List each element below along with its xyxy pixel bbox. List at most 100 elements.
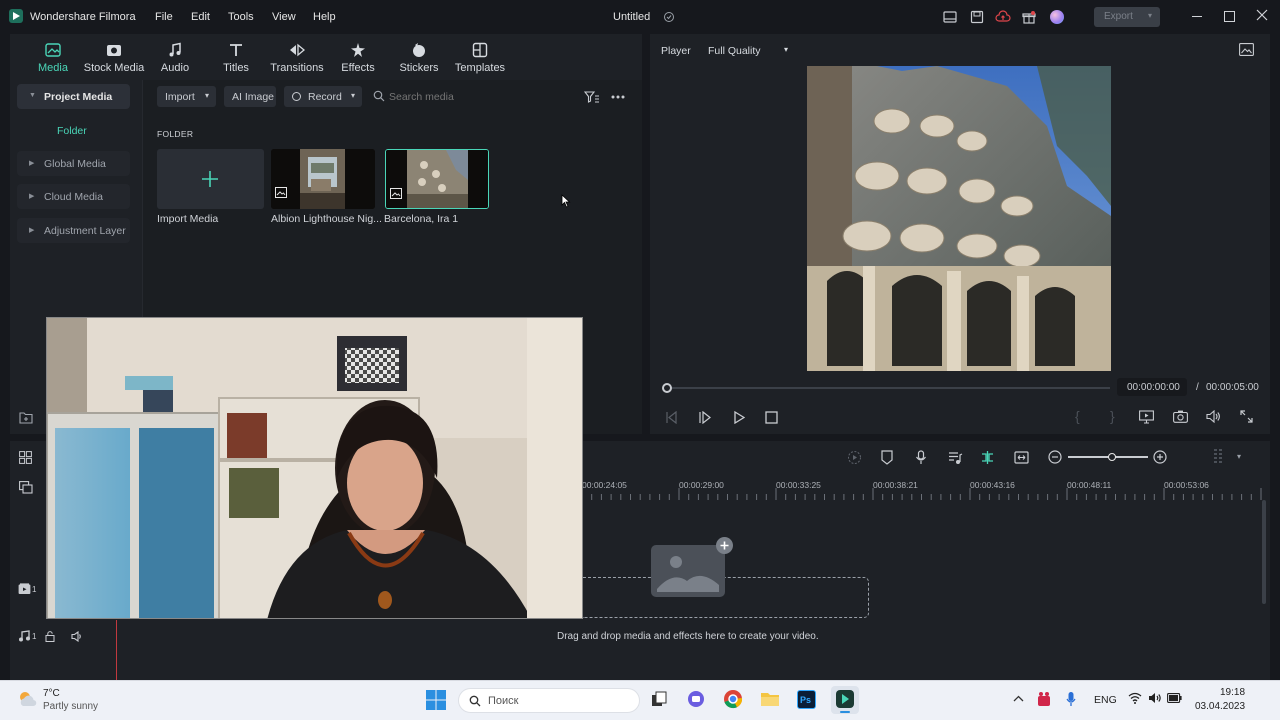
search-input[interactable] [389, 88, 569, 106]
export-button[interactable]: Export ▾ [1094, 7, 1160, 27]
ruler-label: 00:00:48:11 [1067, 480, 1112, 490]
chevron-up-icon[interactable] [1013, 695, 1024, 702]
cloud-upload-icon[interactable] [995, 9, 1011, 25]
menu-help[interactable]: Help [313, 11, 336, 23]
windows-start-icon[interactable] [426, 690, 446, 710]
tab-effects[interactable]: Effects [323, 41, 393, 74]
sidebar-item-adjustment-layer[interactable]: ▶ Adjustment Layer [17, 218, 130, 243]
new-folder-icon[interactable] [19, 411, 33, 424]
filter-icon[interactable] [584, 90, 600, 104]
grid-layout-icon[interactable] [19, 451, 32, 464]
media-thumbnail-barcelona[interactable] [385, 149, 489, 209]
add-track-icon[interactable] [19, 481, 33, 494]
tab-templates[interactable]: Templates [445, 41, 515, 74]
snap-icon[interactable] [980, 450, 995, 465]
microphone-icon[interactable] [915, 450, 927, 465]
prev-frame-icon[interactable] [664, 411, 678, 424]
auto-highlight-icon[interactable] [847, 450, 862, 465]
preview-image [807, 66, 1111, 371]
language-indicator[interactable]: ENG [1094, 694, 1117, 706]
tray-app-icon[interactable] [1037, 691, 1051, 707]
minimize-icon[interactable] [1192, 16, 1202, 17]
task-view-icon[interactable] [651, 691, 667, 707]
caret-down-icon: ▼ [29, 92, 36, 99]
tab-label: Effects [341, 62, 375, 74]
sidebar-item-folder[interactable]: Folder [57, 125, 87, 137]
render-preview-icon[interactable] [1139, 410, 1154, 424]
weather-icon[interactable] [17, 690, 37, 708]
audio-track-number: 1 [32, 632, 37, 641]
tab-stickers[interactable]: Stickers [384, 41, 454, 74]
app-name: Wondershare Filmora [30, 11, 136, 23]
zoom-out-icon[interactable] [1048, 450, 1062, 464]
play-icon[interactable] [733, 411, 745, 424]
playhead-track[interactable] [666, 387, 1110, 389]
timeline-scrollbar[interactable] [1262, 500, 1266, 604]
close-icon[interactable] [1256, 9, 1268, 21]
playhead-line[interactable] [116, 620, 117, 680]
lock-track-icon[interactable] [45, 631, 55, 642]
effects-icon [349, 41, 367, 59]
menu-tools[interactable]: Tools [228, 11, 254, 23]
ai-image-button[interactable]: AI Image [224, 86, 276, 107]
windows-taskbar [0, 680, 1280, 720]
drop-placeholder-image-icon [651, 545, 725, 597]
media-thumbnail-albion[interactable] [271, 149, 375, 209]
menu-file[interactable]: File [155, 11, 173, 23]
quality-dropdown[interactable]: Full Quality ▾ [702, 40, 794, 60]
volume-icon[interactable] [1206, 410, 1221, 423]
taskbar-filmora-active[interactable] [831, 686, 859, 714]
audio-edit-icon[interactable] [948, 450, 963, 465]
import-label: Import [165, 91, 195, 103]
snapshot-view-icon[interactable] [1239, 43, 1254, 56]
mark-out-icon[interactable]: } [1110, 408, 1115, 424]
chevron-down-icon: ▾ [783, 45, 788, 54]
track-layout-icon[interactable] [1213, 448, 1227, 466]
image-type-icon [390, 188, 402, 199]
sidebar-item-global-media[interactable]: ▶ Global Media [17, 151, 130, 176]
chat-icon[interactable] [687, 690, 705, 708]
menu-view[interactable]: View [272, 11, 296, 23]
layout-icon[interactable] [942, 9, 958, 25]
mute-track-icon[interactable] [71, 631, 83, 642]
fullscreen-icon[interactable] [1240, 410, 1253, 423]
stop-icon[interactable] [765, 411, 778, 424]
menu-edit[interactable]: Edit [191, 11, 210, 23]
file-explorer-icon[interactable] [760, 690, 780, 708]
video-track-number: 1 [32, 585, 37, 594]
chrome-icon[interactable] [723, 689, 743, 709]
fit-icon[interactable] [1014, 450, 1029, 465]
import-media-card[interactable] [157, 149, 264, 209]
tab-transitions[interactable]: Transitions [262, 41, 332, 74]
chevron-down-icon[interactable]: ▾ [1237, 452, 1241, 461]
add-media-icon[interactable] [716, 537, 733, 554]
tab-audio[interactable]: Audio [140, 41, 210, 74]
restore-icon[interactable] [1224, 11, 1235, 22]
tab-media[interactable]: Media [18, 41, 88, 74]
active-app-indicator [840, 711, 850, 713]
zoom-in-icon[interactable] [1153, 450, 1167, 464]
more-options-icon[interactable] [611, 95, 625, 99]
speaker-icon[interactable] [1148, 692, 1162, 704]
save-icon[interactable] [969, 9, 985, 25]
drop-zone[interactable] [583, 577, 869, 618]
marker-icon[interactable] [881, 450, 893, 465]
tab-titles[interactable]: Titles [201, 41, 271, 74]
battery-icon[interactable] [1167, 693, 1182, 703]
tray-mic-icon[interactable] [1066, 691, 1076, 707]
record-dropdown[interactable]: Record ▾ [284, 86, 362, 107]
photoshop-icon[interactable]: Ps [797, 690, 816, 709]
zoom-slider-handle[interactable] [1108, 453, 1116, 461]
account-avatar[interactable] [1050, 10, 1064, 24]
gift-icon[interactable] [1021, 9, 1037, 25]
next-frame-icon[interactable] [698, 411, 712, 424]
sidebar-item-cloud-media[interactable]: ▶ Cloud Media [17, 184, 130, 209]
tab-stock-media[interactable]: Stock Media [79, 41, 149, 74]
import-dropdown[interactable]: Import ▾ [157, 86, 216, 107]
taskbar-search-box[interactable]: Поиск [458, 688, 640, 713]
sidebar-item-project-media[interactable]: ▼ Project Media [17, 84, 130, 109]
wifi-icon[interactable] [1128, 692, 1142, 704]
playhead-handle[interactable] [662, 383, 672, 393]
mark-in-icon[interactable]: { [1075, 408, 1080, 424]
camera-icon[interactable] [1173, 410, 1188, 423]
